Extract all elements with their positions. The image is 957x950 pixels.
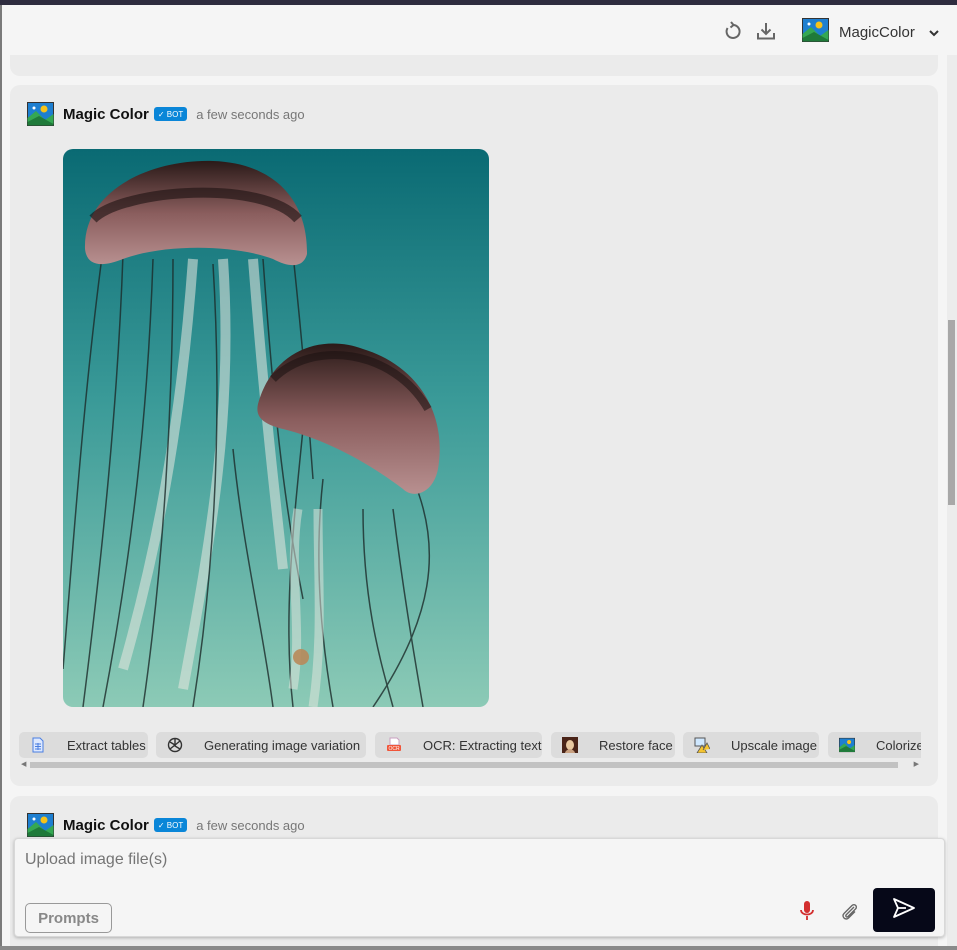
chip-ocr-extracting-text[interactable]: OCR OCR: Extracting text [375, 732, 542, 758]
message-timestamp: a few seconds ago [196, 817, 305, 833]
landscape-image-icon [839, 737, 855, 753]
bot-avatar-icon [27, 813, 54, 837]
svg-text:OCR: OCR [388, 746, 400, 752]
chip-label: Colorize image [876, 737, 921, 753]
bot-selector[interactable]: MagicColor [802, 18, 941, 47]
document-table-icon [30, 737, 46, 753]
scroll-left-arrow-icon[interactable]: ◀ [21, 760, 26, 768]
send-icon [892, 897, 916, 924]
paperclip-attach-icon[interactable] [839, 901, 861, 923]
bot-message: Magic Color ✓ BOT a few seconds ago [10, 85, 938, 786]
bot-badge: ✓ BOT [153, 107, 188, 121]
chip-label: OCR: Extracting text [423, 737, 542, 753]
chat-messages[interactable]: Magic Color ✓ BOT a few seconds ago Extr… [2, 55, 947, 946]
bot-avatar-icon [27, 102, 54, 126]
chip-label: Restore face [599, 737, 673, 753]
message-author: Magic Color [63, 816, 149, 834]
chip-colorize-image[interactable]: Colorize image [828, 732, 921, 758]
openai-knot-icon [167, 737, 183, 753]
result-image[interactable] [63, 149, 489, 707]
chip-label: Extract tables [67, 737, 146, 753]
send-button[interactable] [873, 888, 935, 932]
message-header: Magic Color ✓ BOT a few seconds ago [27, 813, 305, 837]
refresh-icon[interactable] [722, 20, 744, 42]
message-header: Magic Color ✓ BOT a few seconds ago [27, 102, 305, 126]
window-frame-bottom [0, 946, 957, 950]
chip-upscale-image[interactable]: Upscale image [683, 732, 819, 758]
microphone-icon[interactable] [798, 900, 816, 922]
bot-badge: ✓ BOT [153, 818, 188, 832]
chevron-down-icon[interactable] [927, 26, 941, 40]
portrait-icon [562, 737, 578, 753]
message-author: Magic Color [63, 105, 149, 123]
landscape-image-icon [802, 18, 829, 47]
chip-restore-face[interactable]: Restore face [551, 732, 675, 758]
message-composer: Prompts [14, 838, 945, 937]
chip-label: Generating image variation [204, 737, 361, 753]
prompts-button[interactable]: Prompts [25, 903, 112, 933]
message-input[interactable] [25, 851, 725, 869]
scrollbar-thumb[interactable] [30, 762, 898, 768]
chip-generating-image-variation[interactable]: Generating image variation [156, 732, 366, 758]
action-chips: Extract tables Generating image variatio… [19, 732, 921, 760]
chip-label: Upscale image [731, 737, 817, 753]
chat-header: MagicColor [2, 5, 957, 55]
message-timestamp: a few seconds ago [196, 106, 305, 122]
scrollbar-thumb[interactable] [948, 320, 955, 505]
previous-message-card [10, 55, 938, 76]
ocr-icon: OCR [386, 737, 402, 753]
bot-name: MagicColor [839, 24, 915, 41]
scroll-right-arrow-icon[interactable]: ▶ [914, 760, 919, 768]
chip-extract-tables[interactable]: Extract tables [19, 732, 148, 758]
chips-horizontal-scrollbar[interactable]: ◀ ▶ [19, 760, 921, 770]
chat-vertical-scrollbar[interactable] [947, 55, 957, 946]
download-icon[interactable] [755, 20, 777, 42]
upscale-image-icon [694, 737, 711, 754]
